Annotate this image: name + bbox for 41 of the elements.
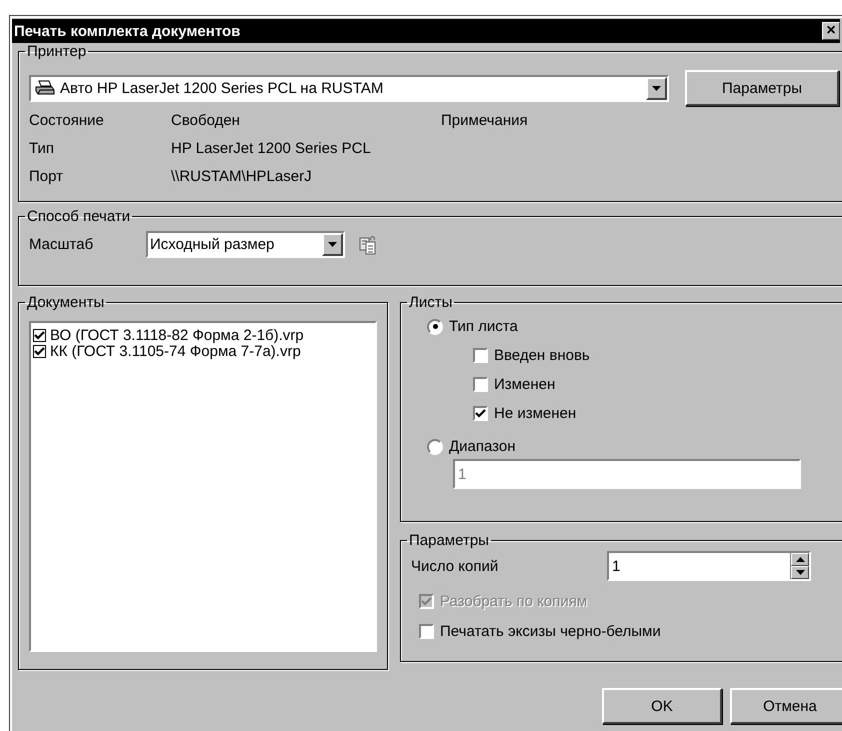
up-arrow-icon	[796, 557, 804, 562]
dialog-button[interactable]: Отмена	[730, 688, 842, 724]
close-button[interactable]: ×	[822, 22, 840, 40]
checkbox[interactable]: Печатать эксизы черно-белыми	[419, 623, 839, 640]
group-title: Листы	[408, 294, 454, 311]
info-value: Свободен	[171, 112, 241, 129]
check-icon	[34, 346, 45, 356]
properties-button[interactable]: Параметры	[685, 70, 839, 106]
checkbox[interactable]: Изменен	[473, 376, 839, 393]
group-title: Принтер	[26, 43, 88, 60]
caret-icon	[652, 86, 661, 90]
check-icon	[34, 330, 45, 340]
info-label: Порт	[29, 168, 64, 185]
group-title: Параметры	[408, 532, 490, 549]
window-title: Печать комплекта документов	[14, 22, 240, 40]
info-label: Состояние	[29, 112, 105, 129]
check-icon	[475, 409, 486, 418]
info-value: HP LaserJet 1200 Series PCL	[171, 140, 372, 157]
pages-icon[interactable]	[359, 234, 377, 254]
document-item[interactable]: КК (ГОСТ 3.1105-74 Форма 7-7а).vrp	[33, 343, 373, 359]
scale-value: Исходный размер	[150, 236, 276, 253]
dialog-button[interactable]: OK	[602, 688, 722, 724]
comments-label: Примечания	[441, 112, 529, 129]
printer-icon	[35, 80, 55, 96]
checkbox[interactable]: Не изменен	[473, 405, 839, 422]
checkbox[interactable]: Введен вновь	[473, 347, 839, 364]
copies-spinbox[interactable]: 1	[607, 551, 811, 581]
caret-icon	[328, 242, 337, 247]
radio-button[interactable]: Тип листа	[427, 318, 839, 335]
scale-dropdown[interactable]: Исходный размер	[146, 231, 345, 258]
document-item[interactable]: ВО (ГОСТ 3.1118-82 Форма 2-1б).vrp	[33, 327, 373, 343]
group-title: Способ печати	[26, 208, 132, 225]
info-value: \\RUSTAM\HPLaserJ	[171, 168, 313, 185]
copies-label: Число копий	[411, 558, 500, 574]
printer-name: Авто HP LaserJet 1200 Series PCL на RUSTAM	[60, 80, 384, 96]
down-arrow-icon	[796, 570, 804, 575]
scale-label: Масштаб	[29, 236, 94, 253]
check-icon	[421, 597, 432, 606]
printer-dropdown[interactable]: Авто HP LaserJet 1200 Series PCL на RUSTAM	[29, 74, 669, 102]
info-label: Тип	[29, 140, 56, 157]
group-title: Документы	[26, 294, 106, 311]
